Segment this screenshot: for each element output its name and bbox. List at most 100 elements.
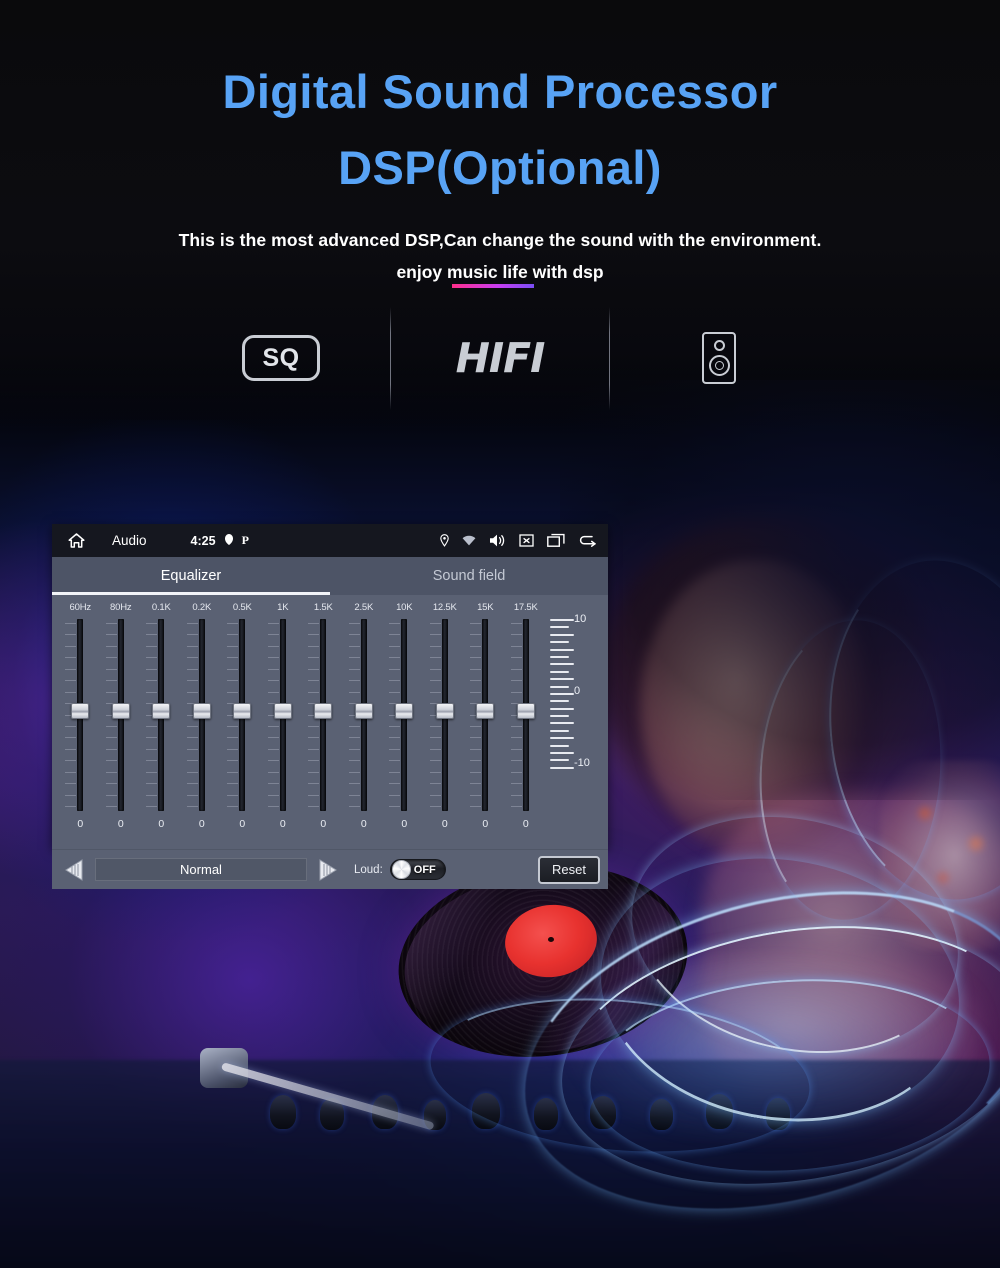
slider-thumb[interactable] [111,703,130,719]
reset-button[interactable]: Reset [538,855,600,884]
band-slider[interactable]: 12.5K 0 [425,601,466,849]
tab-sound-field[interactable]: Sound field [330,557,608,595]
hero-subtitle-wrap: enjoy music life with dsp [396,260,604,288]
band-slider[interactable]: 1K 0 [263,601,304,849]
band-slider[interactable]: 60Hz 0 [60,601,101,849]
db-label-bottom: -10 [574,757,590,769]
band-slider-control[interactable] [348,619,375,811]
equalizer-footer: Normal Loud: OFF Reset [52,849,608,889]
hero-subtitle-line-1: This is the most advanced DSP,Can change… [178,230,822,250]
p-glyph-icon: P [241,533,249,547]
slider-thumb[interactable] [354,703,373,719]
band-slider[interactable]: 10K 0 [384,601,425,849]
db-tick [550,685,569,688]
slider-thumb[interactable] [435,703,454,719]
recents-icon[interactable] [547,533,565,548]
home-icon[interactable] [64,533,88,548]
slider-thumb[interactable] [476,703,495,719]
wifi-icon [462,535,476,546]
band-slider-control[interactable] [510,619,537,811]
equalizer-chart: 60Hz 0 80Hz 0 0.1K 0 0.2K 0 0.5K 0 1K 0 1.5K 0 2.5K 0 10… [52,595,608,849]
db-tick [550,678,574,681]
db-tick [550,729,569,732]
slider-thumb[interactable] [516,703,535,719]
db-label-top: 10 [574,613,587,625]
band-slider-control[interactable] [105,619,132,811]
db-tick [550,619,574,621]
dsp-promo-page: Digital Sound Processor DSP(Optional) Th… [0,0,1000,1268]
band-frequency-label: 10K [396,602,413,613]
volume-icon[interactable] [489,533,506,548]
band-slider-control[interactable] [186,619,213,811]
accent-underline [452,284,535,288]
speaker-icon [702,332,736,384]
background-vignette-right [560,380,1000,800]
band-slider[interactable]: 0.2K 0 [182,601,223,849]
band-gain-value: 0 [117,818,124,830]
db-tick [550,759,569,762]
slider-thumb[interactable] [233,703,252,719]
mixer-knob [270,1095,296,1129]
previous-preset-icon[interactable] [60,857,88,883]
band-frequency-label: 15K [477,602,494,613]
band-slider[interactable]: 0.5K 0 [222,601,263,849]
slider-thumb[interactable] [395,703,414,719]
equalizer-app-window: Audio 4:25 P Equalizer Sound field 60Hz … [52,524,608,889]
back-icon[interactable] [578,534,596,547]
band-frequency-label: 80Hz [110,602,132,613]
db-tick [550,626,569,629]
status-bar-left: Audio 4:25 P [64,532,249,550]
tab-bar: Equalizer Sound field [52,557,608,595]
page-title-line-2: DSP(Optional) [338,141,662,194]
db-tick [550,655,569,658]
toggle-knob [391,860,411,879]
clock-label: 4:25 [190,533,216,548]
slider-thumb[interactable] [273,703,292,719]
db-tick [550,663,574,666]
page-title-line-1: Digital Sound Processor [222,65,778,118]
app-name-label: Audio [112,533,147,548]
slider-thumb[interactable] [314,703,333,719]
band-slider[interactable]: 17.5K 0 [506,601,547,849]
db-tick [550,700,569,703]
slider-thumb[interactable] [192,703,211,719]
band-gain-value: 0 [279,818,286,830]
band-slider-control[interactable] [227,619,253,811]
band-slider-group: 60Hz 0 80Hz 0 0.1K 0 0.2K 0 0.5K 0 1K 0 1.5K 0 2.5K 0 10… [60,601,546,849]
band-slider-control[interactable] [65,619,91,811]
tab-equalizer[interactable]: Equalizer [52,557,330,595]
band-frequency-label: 0.5K [232,602,252,613]
slider-thumb[interactable] [152,703,171,719]
band-slider-control[interactable] [267,619,294,811]
preset-field[interactable]: Normal [95,858,307,881]
band-slider[interactable]: 15K 0 [465,601,506,849]
speaker-tweeter [713,340,725,351]
next-preset-icon[interactable] [314,857,342,883]
audio-badge-row: SQ HIFI [0,303,1000,413]
band-frequency-label: 12.5K [432,602,457,613]
db-scale: 10 0 -10 [546,601,600,849]
slider-thumb[interactable] [71,703,90,719]
status-dot-icon [224,532,233,550]
band-slider-control[interactable] [470,619,496,811]
location-pin-icon [440,534,449,547]
band-frequency-label: 2.5K [354,602,374,613]
band-slider[interactable]: 2.5K 0 [344,601,385,849]
band-slider-control[interactable] [146,619,172,811]
db-tick [550,744,569,747]
band-gain-value: 0 [239,818,246,830]
hero-subtitle-line-2: enjoy music life with dsp [396,262,604,282]
band-slider-control[interactable] [308,619,334,811]
db-tick [550,715,569,718]
band-slider[interactable]: 0.1K 0 [141,601,182,849]
band-gain-value: 0 [158,818,165,830]
preset-value: Normal [180,862,222,877]
close-box-icon[interactable] [519,533,534,548]
loudness-toggle[interactable]: OFF [389,859,446,880]
band-frequency-label: 17.5K [513,602,538,613]
band-slider-control[interactable] [389,619,415,811]
band-slider-control[interactable] [429,619,456,811]
band-slider[interactable]: 80Hz 0 [101,601,142,849]
badge-sq: SQ [172,303,390,413]
band-slider[interactable]: 1.5K 0 [303,601,344,849]
